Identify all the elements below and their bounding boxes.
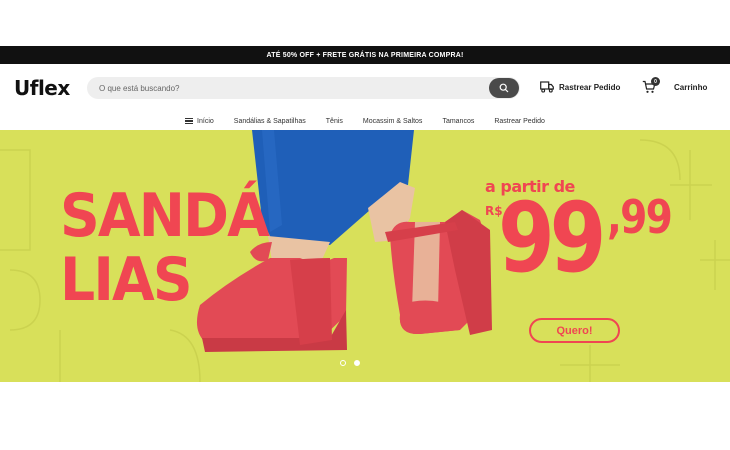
search-bar — [87, 77, 520, 99]
nav-item-label: Tênis — [325, 117, 343, 125]
promo-text: ATÉ 50% OFF + FRETE GRÁTIS NA PRIMEIRA C… — [266, 51, 464, 59]
quero-button[interactable]: Quero! — [529, 318, 620, 343]
carousel-dot-2[interactable] — [354, 360, 360, 366]
track-order-link[interactable]: Rastrear Pedido — [540, 81, 620, 93]
nav-item-sandalias[interactable]: Sandálias & Sapatilhas — [234, 118, 306, 125]
cart-label: Carrinho — [674, 82, 708, 92]
nav-item-rastrear[interactable]: Rastrear Pedido — [494, 118, 545, 125]
header: Uflex Rastrear Pedido 0 Carrinho — [0, 64, 730, 112]
nav-item-label: Rastrear Pedido — [494, 117, 545, 125]
menu-icon — [185, 118, 194, 124]
headline-line-1: SANDÁ — [60, 181, 270, 251]
track-order-label: Rastrear Pedido — [559, 82, 621, 92]
nav-item-label: Tamancos — [442, 117, 475, 125]
top-whitespace — [0, 0, 730, 46]
price-integer: 99 — [498, 182, 606, 294]
main-nav: Início Sandálias & Sapatilhas Tênis Moca… — [0, 112, 730, 130]
price-decimal: ,99 — [607, 190, 673, 244]
nav-item-tamancos[interactable]: Tamancos — [442, 118, 474, 125]
search-icon — [499, 83, 509, 93]
headline-line-2: LIAS — [60, 245, 193, 315]
truck-icon — [540, 81, 554, 93]
nav-item-inicio[interactable]: Início — [185, 118, 214, 125]
search-input[interactable] — [87, 83, 477, 93]
hero-banner[interactable]: SANDÁ LIAS a partir de R$ 99 ,99 Quero! — [0, 130, 730, 382]
carousel-dots — [340, 360, 360, 366]
logo[interactable]: Uflex — [14, 76, 87, 100]
nav-item-mocassim[interactable]: Mocassim & Saltos — [363, 118, 423, 125]
cart-button[interactable]: 0 Carrinho — [642, 77, 708, 94]
cart-count-badge: 0 — [651, 77, 660, 86]
nav-item-label: Início — [197, 117, 214, 125]
search-button[interactable] — [489, 78, 519, 98]
nav-item-tenis[interactable]: Tênis — [326, 118, 343, 125]
carousel-dot-1[interactable] — [340, 360, 346, 366]
nav-item-label: Sandálias & Sapatilhas — [233, 117, 306, 125]
nav-item-label: Mocassim & Saltos — [362, 117, 423, 125]
banner-headline: SANDÁ LIAS — [60, 181, 270, 315]
promo-bar: ATÉ 50% OFF + FRETE GRÁTIS NA PRIMEIRA C… — [0, 46, 730, 64]
